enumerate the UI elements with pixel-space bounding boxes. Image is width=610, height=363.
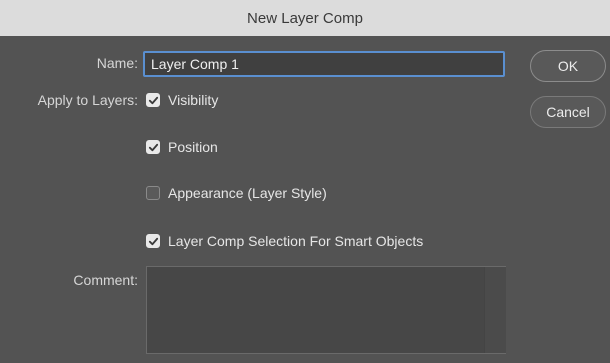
dialog-titlebar: New Layer Comp: [0, 0, 610, 37]
checkmark-icon: [148, 237, 158, 245]
visibility-checkbox[interactable]: [146, 93, 160, 107]
appearance-checkbox[interactable]: [146, 186, 160, 200]
smart-objects-label: Layer Comp Selection For Smart Objects: [168, 233, 424, 249]
option-visibility[interactable]: Visibility: [146, 92, 218, 108]
position-checkbox[interactable]: [146, 140, 160, 154]
name-label: Name:: [96, 55, 138, 71]
option-appearance[interactable]: Appearance (Layer Style): [146, 185, 327, 201]
name-input[interactable]: [143, 51, 505, 77]
ok-button[interactable]: OK: [530, 50, 606, 82]
comment-label: Comment:: [73, 272, 138, 288]
option-smart-objects[interactable]: Layer Comp Selection For Smart Objects: [146, 233, 423, 249]
appearance-label: Appearance (Layer Style): [168, 185, 327, 201]
dialog-title: New Layer Comp: [247, 9, 363, 27]
dialog-content: Name: Apply to Layers: Visibility Positi…: [0, 36, 610, 363]
checkmark-icon: [148, 96, 158, 104]
apply-to-layers-label: Apply to Layers:: [37, 92, 138, 108]
checkmark-icon: [148, 143, 158, 151]
smart-objects-checkbox[interactable]: [146, 234, 160, 248]
visibility-label: Visibility: [168, 92, 219, 108]
comment-scrollbar[interactable]: [484, 267, 506, 353]
comment-textarea[interactable]: [146, 266, 506, 354]
position-label: Position: [168, 139, 218, 155]
option-position[interactable]: Position: [146, 139, 218, 155]
cancel-button[interactable]: Cancel: [530, 96, 606, 128]
